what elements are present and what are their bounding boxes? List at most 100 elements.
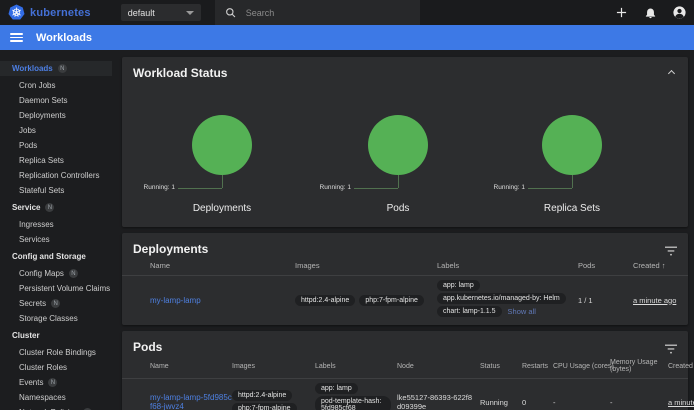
main-panel: Workload Status Running: 1 Deployments R… xyxy=(112,50,694,410)
col-header-status[interactable]: Status xyxy=(480,358,522,375)
deployments-card: Deployments Name Images Labels Pods Crea… xyxy=(122,233,688,325)
deployments-table-header: Name Images Labels Pods Created ↑ xyxy=(122,256,688,276)
col-header-pods[interactable]: Pods xyxy=(578,256,633,275)
create-plus-icon[interactable] xyxy=(614,6,628,20)
sidebar-item-jobs[interactable]: Jobs xyxy=(0,123,112,138)
col-header-images[interactable]: Images xyxy=(295,256,437,275)
image-chip: httpd:2.4-alpine xyxy=(295,295,355,306)
label-chip: app: lamp xyxy=(437,280,480,291)
topbar-actions xyxy=(614,0,686,25)
label-chip: pod-template-hash: 5fd985cf68 xyxy=(315,396,391,410)
sidebar-item-replica-sets[interactable]: Replica Sets xyxy=(0,153,112,168)
page-title: Workloads xyxy=(36,32,92,44)
pie-running-slice xyxy=(368,115,428,175)
sidebar-item-cluster[interactable]: Cluster xyxy=(0,328,112,343)
sidebar-item-namespaces[interactable]: Namespaces xyxy=(0,390,112,405)
chart-callout: Running: 1 xyxy=(144,184,175,191)
workload-status-title: Workload Status xyxy=(122,57,688,80)
filter-icon[interactable] xyxy=(665,341,677,359)
chart-title: Pods xyxy=(318,203,478,214)
sidebar-item-ingresses[interactable]: Ingresses xyxy=(0,217,112,232)
image-chip: php:7-fpm-alpine xyxy=(232,403,297,410)
image-chip: php:7-fpm-alpine xyxy=(359,295,424,306)
sidebar-nav: Workloads N Cron Jobs Daemon Sets Deploy… xyxy=(0,50,112,410)
col-header-node[interactable]: Node xyxy=(397,358,480,375)
namespaced-badge-icon: N xyxy=(58,64,67,73)
namespaced-badge-icon: N xyxy=(48,378,57,387)
sidebar-item-storage-classes[interactable]: Storage Classes xyxy=(0,311,112,326)
sidebar-item-config-and-storage[interactable]: Config and Storage xyxy=(0,249,112,264)
user-account-icon[interactable] xyxy=(672,6,686,20)
chart-title: Deployments xyxy=(142,203,302,214)
label-chip: chart: lamp-1.1.5 xyxy=(437,306,502,317)
search-icon xyxy=(225,7,236,18)
namespaced-badge-icon: N xyxy=(45,203,54,212)
col-header-labels[interactable]: Labels xyxy=(315,358,397,375)
col-header-name[interactable]: Name xyxy=(150,358,232,375)
search-box[interactable] xyxy=(215,0,420,25)
workload-status-card: Workload Status Running: 1 Deployments R… xyxy=(122,57,688,227)
label-chip: app.kubernetes.io/managed-by: Helm xyxy=(437,293,566,304)
menu-hamburger-icon[interactable] xyxy=(10,33,23,42)
show-all-link[interactable]: Show all xyxy=(508,307,536,316)
col-header-labels[interactable]: Labels xyxy=(437,256,578,275)
pod-name-link[interactable]: my-lamp-lamp-5fd985cf68-jwvz4 xyxy=(150,393,232,410)
sidebar-item-events[interactable]: Events N xyxy=(0,375,112,390)
sidebar-item-workloads[interactable]: Workloads N xyxy=(0,61,112,76)
col-header-cpu-usage[interactable]: CPU Usage (cores) xyxy=(553,358,610,375)
pie-running-slice xyxy=(192,115,252,175)
sidebar-item-service[interactable]: Service N xyxy=(0,200,112,215)
col-header-name[interactable]: Name xyxy=(150,256,295,275)
col-header-created[interactable]: Created ↑ xyxy=(668,358,694,375)
deployment-labels-cell: app: lamp app.kubernetes.io/managed-by: … xyxy=(437,276,578,321)
sidebar-item-daemon-sets[interactable]: Daemon Sets xyxy=(0,93,112,108)
pod-restarts-count: 0 xyxy=(522,398,553,407)
sidebar-item-config-maps[interactable]: Config Maps N xyxy=(0,266,112,281)
search-input[interactable] xyxy=(246,8,396,18)
notifications-bell-icon[interactable] xyxy=(643,6,657,20)
top-bar: kubernetes default xyxy=(0,0,694,25)
sidebar-item-network-policies[interactable]: Network Policies N xyxy=(0,405,112,410)
pod-memory-usage: - xyxy=(610,398,668,407)
chart-callout: Running: 1 xyxy=(320,184,351,191)
sidebar-item-secrets[interactable]: Secrets N xyxy=(0,296,112,311)
chart-callout: Running: 1 xyxy=(494,184,525,191)
pod-images-cell: httpd:2.4-alpine php:7-fpm-alpine xyxy=(232,389,315,410)
sidebar-item-pods[interactable]: Pods xyxy=(0,138,112,153)
sidebar-item-replication-controllers[interactable]: Replication Controllers xyxy=(0,168,112,183)
chart-title: Replica Sets xyxy=(492,203,652,214)
col-header-images[interactable]: Images xyxy=(232,358,315,375)
replica-sets-pie-chart: Running: 1 Replica Sets xyxy=(492,115,652,175)
deployments-pie-chart: Running: 1 Deployments xyxy=(142,115,302,175)
deployment-created-age: a minute ago xyxy=(633,296,676,305)
image-chip: httpd:2.4-alpine xyxy=(232,390,292,401)
sidebar-item-services[interactable]: Services xyxy=(0,232,112,247)
sidebar-item-stateful-sets[interactable]: Stateful Sets xyxy=(0,183,112,198)
col-header-created[interactable]: Created ↑ xyxy=(633,256,688,275)
deployment-pods-count: 1 / 1 xyxy=(578,296,633,305)
pod-cpu-usage: - xyxy=(553,398,610,407)
namespace-selector[interactable]: default xyxy=(121,4,201,21)
sidebar-item-cron-jobs[interactable]: Cron Jobs xyxy=(0,78,112,93)
chevron-down-icon xyxy=(186,11,194,15)
col-header-restarts[interactable]: Restarts xyxy=(522,358,553,375)
pie-running-slice xyxy=(542,115,602,175)
brand-title: kubernetes xyxy=(30,7,91,19)
pod-table-row: my-lamp-lamp-5fd985cf68-jwvz4 httpd:2.4-… xyxy=(122,379,688,410)
sidebar-item-cluster-roles[interactable]: Cluster Roles xyxy=(0,360,112,375)
sidebar-item-cluster-role-bindings[interactable]: Cluster Role Bindings xyxy=(0,345,112,360)
app-bar: Workloads xyxy=(0,25,694,50)
sidebar-item-persistent-volume-claims[interactable]: Persistent Volume Claims N xyxy=(0,281,112,296)
pods-card-title: Pods xyxy=(122,331,688,354)
col-header-memory-usage[interactable]: Memory Usage (bytes) xyxy=(610,354,668,378)
pod-created-age: a minute ago xyxy=(668,398,694,407)
pods-table-header: Name Images Labels Node Status Restarts … xyxy=(122,354,688,379)
filter-icon[interactable] xyxy=(665,243,677,261)
namespaced-badge-icon: N xyxy=(69,269,78,278)
collapse-chevron-up-icon[interactable] xyxy=(667,69,675,77)
deployment-name-link[interactable]: my-lamp-lamp xyxy=(150,296,207,305)
sidebar-item-deployments[interactable]: Deployments xyxy=(0,108,112,123)
namespaced-badge-icon: N xyxy=(51,299,60,308)
kubernetes-logo-icon xyxy=(8,4,25,21)
label-chip: app: lamp xyxy=(315,383,358,394)
